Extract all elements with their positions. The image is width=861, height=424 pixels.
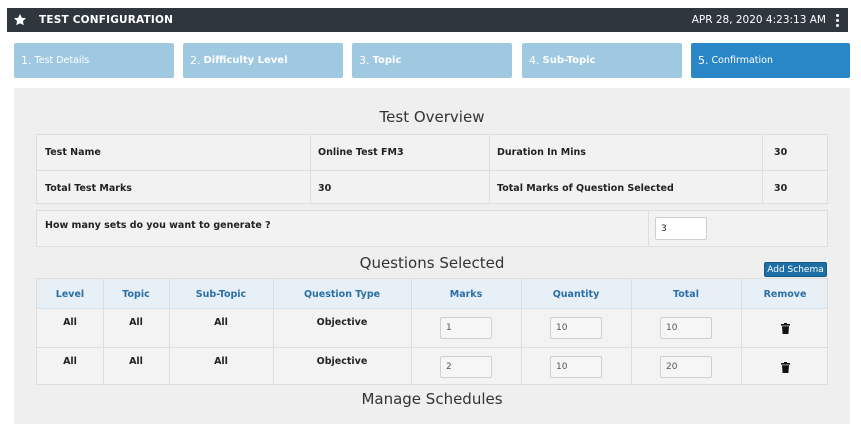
question-type-cell: Objective — [316, 356, 368, 367]
step-confirmation[interactable]: 5. Confirmation — [691, 43, 850, 78]
questions-table-header: Level Topic Sub-Topic Question Type Mark… — [37, 279, 827, 309]
quantity-cell — [521, 348, 631, 386]
selected-marks-label: Total Marks of Question Selected — [497, 183, 674, 194]
questions-table: Level Topic Sub-Topic Question Type Mark… — [36, 278, 828, 385]
level-cell: All — [63, 317, 77, 328]
quantity-cell — [521, 309, 631, 347]
sets-question-box: How many sets do you want to generate ? — [36, 210, 828, 247]
duration-label: Duration In Mins — [497, 147, 586, 158]
confirmation-panel: Test Overview Test Name Online Test FM3 … — [14, 88, 850, 424]
duration-value: 30 — [774, 147, 788, 158]
test-name-label: Test Name — [45, 147, 101, 158]
add-schema-button[interactable]: Add Schema — [764, 262, 827, 277]
marks-input[interactable] — [440, 356, 492, 378]
remove-cell — [741, 309, 829, 347]
manage-schedules-title: Manage Schedules — [361, 390, 503, 408]
trash-icon[interactable] — [780, 322, 790, 334]
total-input[interactable] — [660, 356, 712, 378]
step-label: Test Details — [34, 55, 90, 66]
step-number: 1. — [21, 54, 32, 67]
remove-cell — [741, 348, 829, 386]
marks-input[interactable] — [440, 317, 492, 339]
sets-count-input[interactable] — [655, 217, 707, 240]
step-topic[interactable]: 3. Topic — [352, 43, 512, 78]
question-type-cell: Objective — [316, 317, 368, 328]
column-header: Sub-Topic — [195, 288, 247, 300]
table-row: All All All Objective — [37, 347, 827, 385]
step-test-details[interactable]: 1. Test Details — [14, 43, 174, 78]
step-label: Topic — [372, 55, 402, 66]
marks-cell — [411, 309, 521, 347]
quantity-input[interactable] — [550, 317, 602, 339]
subtopic-cell: All — [214, 356, 228, 367]
star-icon — [13, 13, 33, 27]
step-difficulty-level[interactable]: 2. Difficulty Level — [183, 43, 343, 78]
selected-marks-value: 30 — [774, 183, 788, 194]
column-header: Quantity — [552, 288, 600, 300]
test-overview-table: Test Name Online Test FM3 Duration In Mi… — [36, 134, 828, 204]
column-header: Total — [673, 288, 699, 300]
total-cell — [631, 348, 741, 386]
column-header: Question Type — [303, 288, 381, 300]
topic-cell: All — [129, 317, 143, 328]
step-label: Difficulty Level — [203, 55, 288, 66]
total-marks-label: Total Test Marks — [45, 183, 132, 194]
quantity-input[interactable] — [550, 356, 602, 378]
step-number: 5. — [698, 54, 709, 67]
column-header: Marks — [449, 288, 483, 300]
table-row: All All All Objective — [37, 309, 827, 347]
marks-cell — [411, 348, 521, 386]
column-header: Remove — [763, 288, 807, 300]
overview-row: Test Name Online Test FM3 Duration In Mi… — [37, 135, 827, 170]
trash-icon[interactable] — [780, 361, 790, 373]
total-cell — [631, 309, 741, 347]
column-header: Level — [55, 288, 85, 300]
app-header: TEST CONFIGURATION APR 28, 2020 4:23:13 … — [7, 8, 848, 32]
overview-row: Total Test Marks 30 Total Marks of Quest… — [37, 170, 827, 205]
subtopic-cell: All — [214, 317, 228, 328]
app-title: TEST CONFIGURATION — [39, 14, 174, 26]
step-number: 3. — [359, 54, 370, 67]
step-number: 2. — [190, 54, 201, 67]
level-cell: All — [63, 356, 77, 367]
wizard-steps: 1. Test Details 2. Difficulty Level 3. T… — [14, 43, 850, 78]
sets-question-label: How many sets do you want to generate ? — [45, 220, 271, 231]
datetime-display: APR 28, 2020 4:23:13 AM — [691, 14, 826, 26]
step-label: Sub-Topic — [542, 55, 596, 66]
kebab-menu-icon[interactable] — [832, 13, 842, 27]
questions-selected-title: Questions Selected — [359, 254, 505, 272]
total-input[interactable] — [660, 317, 712, 339]
step-sub-topic[interactable]: 4. Sub-Topic — [522, 43, 682, 78]
test-name-value: Online Test FM3 — [318, 147, 404, 158]
total-marks-value: 30 — [318, 183, 332, 194]
test-overview-title: Test Overview — [379, 108, 485, 126]
step-label: Confirmation — [711, 55, 773, 66]
step-number: 4. — [529, 54, 540, 67]
topic-cell: All — [129, 356, 143, 367]
column-header: Topic — [122, 288, 150, 300]
